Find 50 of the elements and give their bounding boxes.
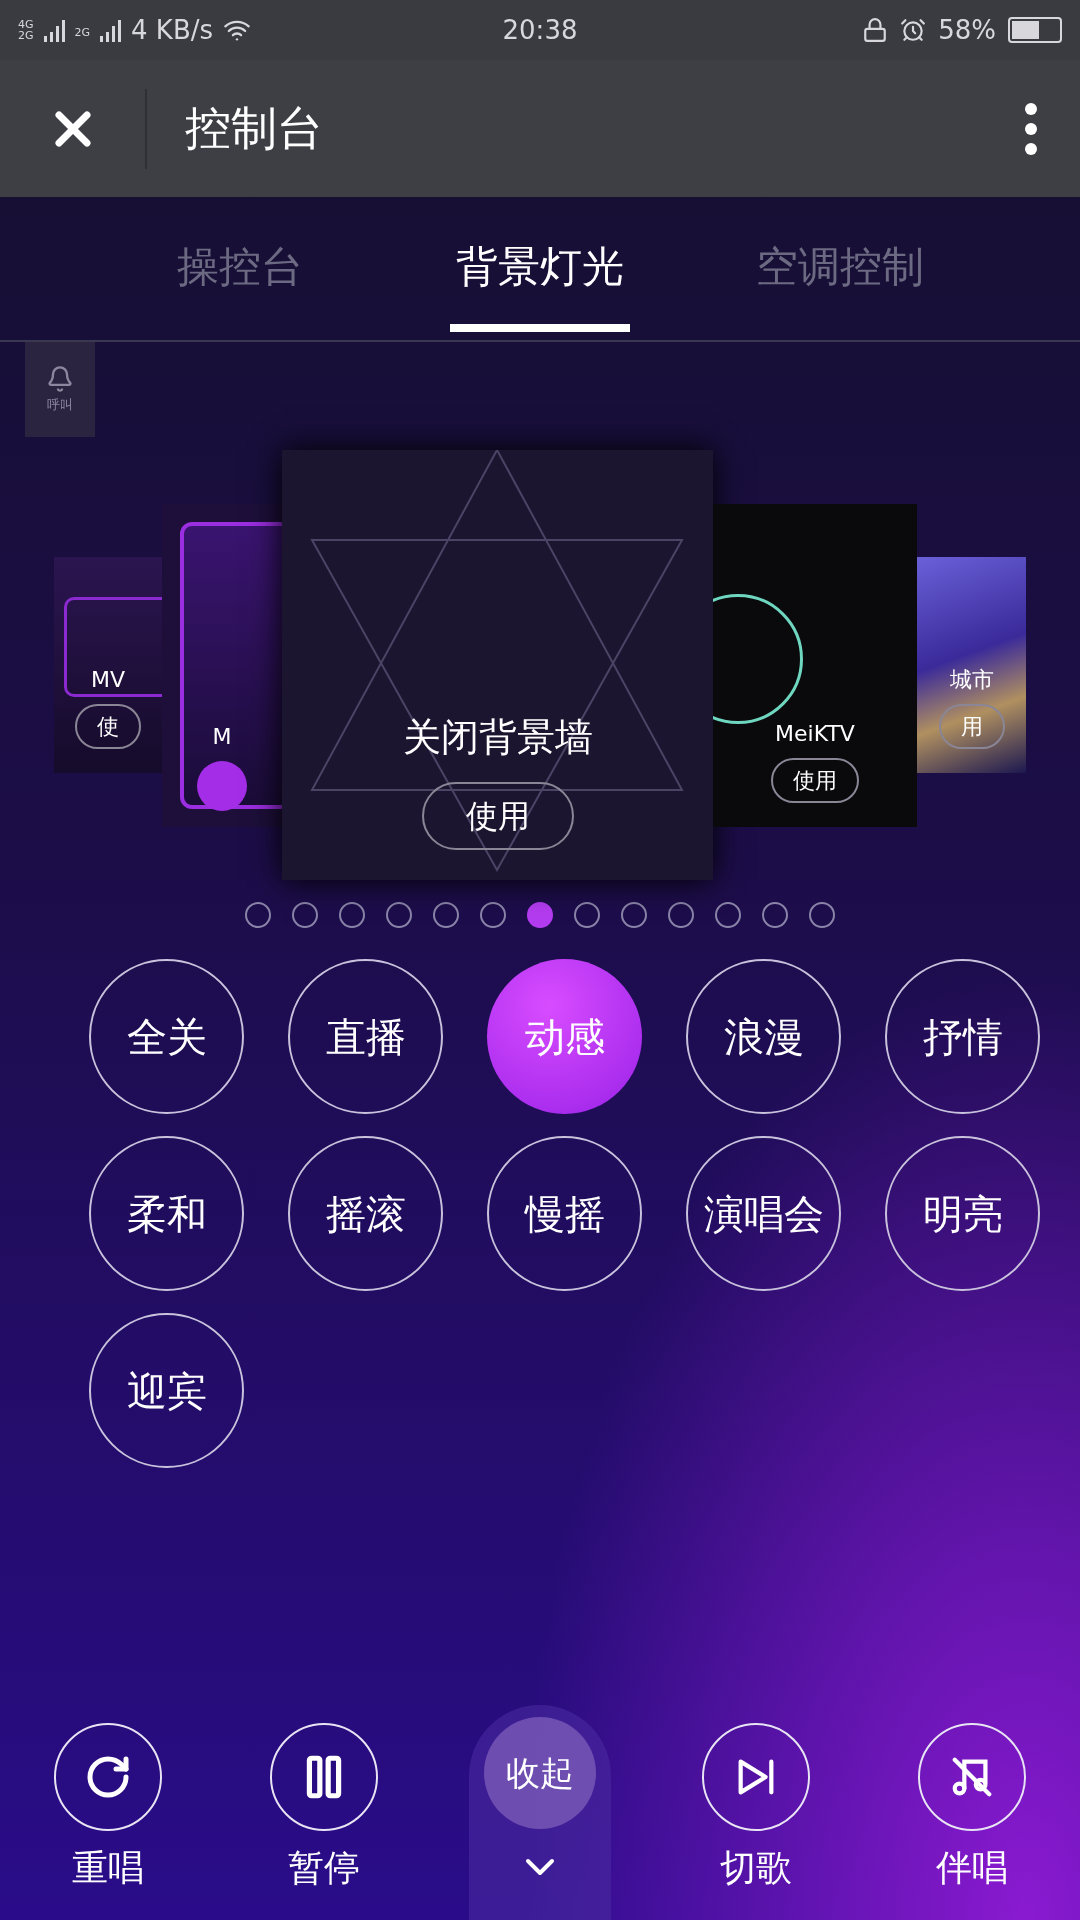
scene-title: M [212, 722, 232, 751]
light-mode-button[interactable]: 抒情 [885, 959, 1040, 1114]
bell-icon [46, 364, 74, 393]
light-mode-button[interactable]: 直播 [288, 959, 443, 1114]
scene-title: 城市 [949, 666, 994, 694]
use-button[interactable]: 使用 [771, 757, 859, 803]
control-button[interactable] [918, 1723, 1026, 1831]
rotation-lock-icon [862, 17, 889, 43]
use-button[interactable]: 使 [75, 704, 141, 749]
light-mode-button[interactable]: 演唱会 [686, 1136, 841, 1291]
light-mode-button[interactable]: 慢摇 [487, 1136, 642, 1291]
call-button[interactable]: 呼叫 [25, 342, 95, 437]
scene-title: 关闭背景墙 [402, 714, 593, 761]
control-label: 切歌 [720, 1846, 792, 1890]
battery-percent: 58% [938, 13, 996, 47]
scene-card[interactable]: 城市 用 [917, 557, 1026, 773]
signal-icon [43, 18, 65, 42]
battery-icon [1008, 17, 1062, 43]
light-mode-button[interactable]: 摇滚 [288, 1136, 443, 1291]
control-button[interactable] [270, 1723, 378, 1831]
light-mode-button[interactable]: 浪漫 [686, 959, 841, 1114]
scene-title: MeiKTV [775, 719, 855, 748]
control-label: 伴唱 [936, 1846, 1008, 1890]
signal-icon [100, 18, 122, 42]
use-button[interactable]: 使用 [421, 782, 574, 850]
scene-card[interactable]: MeiKTV 使用 [713, 503, 917, 827]
light-mode-button[interactable]: 迎宾 [89, 1313, 244, 1468]
network-speed: 4 KB/s [131, 13, 214, 47]
network-label: 2G [74, 24, 91, 41]
network-label: 2G [18, 30, 34, 41]
light-mode-button[interactable]: 全关 [89, 959, 244, 1114]
use-button[interactable]: 用 [938, 704, 1005, 749]
tab[interactable]: 背景灯光 [390, 197, 690, 340]
more-icon [1025, 102, 1037, 155]
control-button[interactable] [702, 1723, 810, 1831]
control-label: 暂停 [288, 1846, 360, 1890]
scene-card[interactable]: 关闭背景墙 使用 [282, 450, 713, 880]
scene-card[interactable]: M [162, 503, 282, 827]
light-mode-button[interactable]: 动感 [487, 959, 642, 1114]
scene-card[interactable]: MV 使 [54, 557, 162, 773]
control-label: 重唱 [72, 1846, 144, 1890]
light-mode-button[interactable]: 明亮 [885, 1136, 1040, 1291]
light-mode-button[interactable]: 柔和 [89, 1136, 244, 1291]
clock-time: 20:38 [502, 13, 578, 47]
alarm-icon [900, 17, 927, 43]
page-title: 控制台 [185, 100, 324, 157]
network-label: 4G [18, 19, 34, 30]
control-button[interactable] [54, 1723, 162, 1831]
scene-title: MV [91, 666, 125, 694]
collapse-panel-button[interactable]: 收起 [469, 1705, 611, 1920]
